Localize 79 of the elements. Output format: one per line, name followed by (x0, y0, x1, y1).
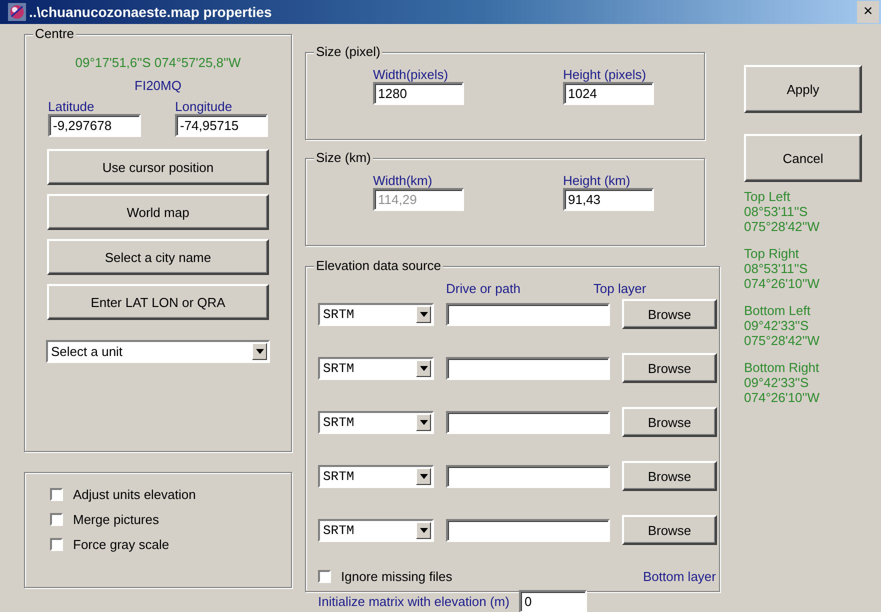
caret-icon (256, 349, 264, 354)
corner-longitude: 074°26'10''W (744, 390, 821, 405)
path-field[interactable] (446, 518, 610, 542)
dropdown-button[interactable] (416, 522, 431, 538)
dialog-button[interactable]: Cancel (744, 134, 862, 182)
action-button[interactable]: Use cursor position (47, 149, 269, 185)
height-field[interactable]: 1024 (563, 82, 654, 105)
checkbox[interactable] (50, 488, 63, 501)
caret-icon (420, 474, 428, 478)
checkbox-label: Ignore missing files (341, 569, 452, 584)
dropdown-button[interactable] (252, 343, 267, 360)
action-button[interactable]: Enter LAT LON or QRA (47, 284, 269, 320)
globe-icon (8, 3, 26, 21)
path-field[interactable] (446, 302, 610, 326)
close-button[interactable]: × (857, 1, 879, 23)
browse-button[interactable]: Browse (622, 299, 717, 329)
source-dropdown[interactable]: SRTM (318, 410, 434, 434)
field-label: Longitude (175, 99, 232, 114)
field-label: Width(pixels) (373, 67, 448, 82)
field-label: Height (km) (563, 173, 630, 188)
checkbox-label: Force gray scale (73, 537, 170, 552)
dropdown-button[interactable] (416, 468, 431, 484)
caret-icon (420, 420, 428, 424)
source-dropdown[interactable]: SRTM (318, 356, 434, 380)
corner-label: Top Left (744, 189, 792, 204)
source-dropdown[interactable]: SRTM (318, 464, 434, 488)
browse-button[interactable]: Browse (622, 407, 717, 437)
corner-label: Bottom Right (744, 360, 820, 375)
field-label: Width(km) (373, 173, 432, 188)
dropdown-button[interactable] (416, 414, 431, 430)
group-title: Elevation data source (314, 258, 444, 273)
dropdown-button[interactable] (416, 306, 431, 322)
path-field[interactable] (446, 410, 610, 434)
corner-label: Bottom Left (744, 303, 812, 318)
caret-icon (420, 366, 428, 370)
field-label: Latitude (48, 99, 94, 114)
source-dropdown[interactable]: SRTM (318, 302, 434, 326)
field-label: Initialize matrix with elevation (m) (318, 594, 510, 609)
corner-longitude: 074°26'10''W (744, 276, 821, 291)
checkbox[interactable] (50, 513, 63, 526)
browse-button[interactable]: Browse (622, 461, 717, 491)
group-title: Size (km) (314, 150, 373, 165)
browse-button[interactable]: Browse (622, 515, 717, 545)
corner-label: Top Right (744, 246, 800, 261)
corner-latitude: 08°53'11''S (744, 204, 809, 219)
dropdown-button[interactable] (416, 360, 431, 376)
elevation-field[interactable]: 0 (519, 590, 588, 612)
field-label: Height (pixels) (563, 67, 646, 82)
corner-longitude: 075°28'42''W (744, 333, 821, 348)
action-button[interactable]: World map (47, 194, 269, 230)
checkbox-label: Adjust units elevation (73, 487, 196, 502)
path-field[interactable] (446, 356, 610, 380)
source-dropdown[interactable]: SRTM (318, 518, 434, 542)
caret-icon (420, 312, 428, 316)
window-title: ..\chuanucozonaeste.map properties (29, 4, 272, 20)
latitude-field[interactable]: -9,297678 (48, 114, 141, 137)
corner-latitude: 08°53'11''S (744, 261, 809, 276)
corner-latitude: 09°42'33''S (744, 318, 810, 333)
checkbox[interactable] (50, 538, 63, 551)
checkbox[interactable] (318, 570, 331, 583)
column-header: Drive or path (446, 281, 520, 298)
layer-label: Bottom layer (643, 569, 716, 584)
path-field[interactable] (446, 464, 610, 488)
longitude-field[interactable]: -74,95715 (175, 114, 268, 137)
caret-icon (420, 528, 428, 532)
group-title: Size (pixel) (314, 44, 382, 59)
corner-longitude: 075°28'42''W (744, 219, 821, 234)
browse-button[interactable]: Browse (622, 353, 717, 383)
width-field[interactable]: 1280 (373, 82, 464, 105)
group-title: Centre (33, 26, 76, 41)
corner-latitude: 09°42'33''S (744, 375, 810, 390)
height-field[interactable]: 91,43 (563, 188, 654, 211)
locator-code: FI20MQ (134, 78, 182, 93)
action-button[interactable]: Select a city name (47, 239, 269, 275)
unit-dropdown[interactable]: Select a unit (46, 340, 270, 363)
centre-coordinates: 09°17'51,6''S 074°57'25,8''W (75, 55, 241, 70)
column-header: Top layer (593, 281, 646, 298)
checkbox-label: Merge pictures (73, 512, 159, 527)
dialog-button[interactable]: Apply (744, 65, 862, 113)
